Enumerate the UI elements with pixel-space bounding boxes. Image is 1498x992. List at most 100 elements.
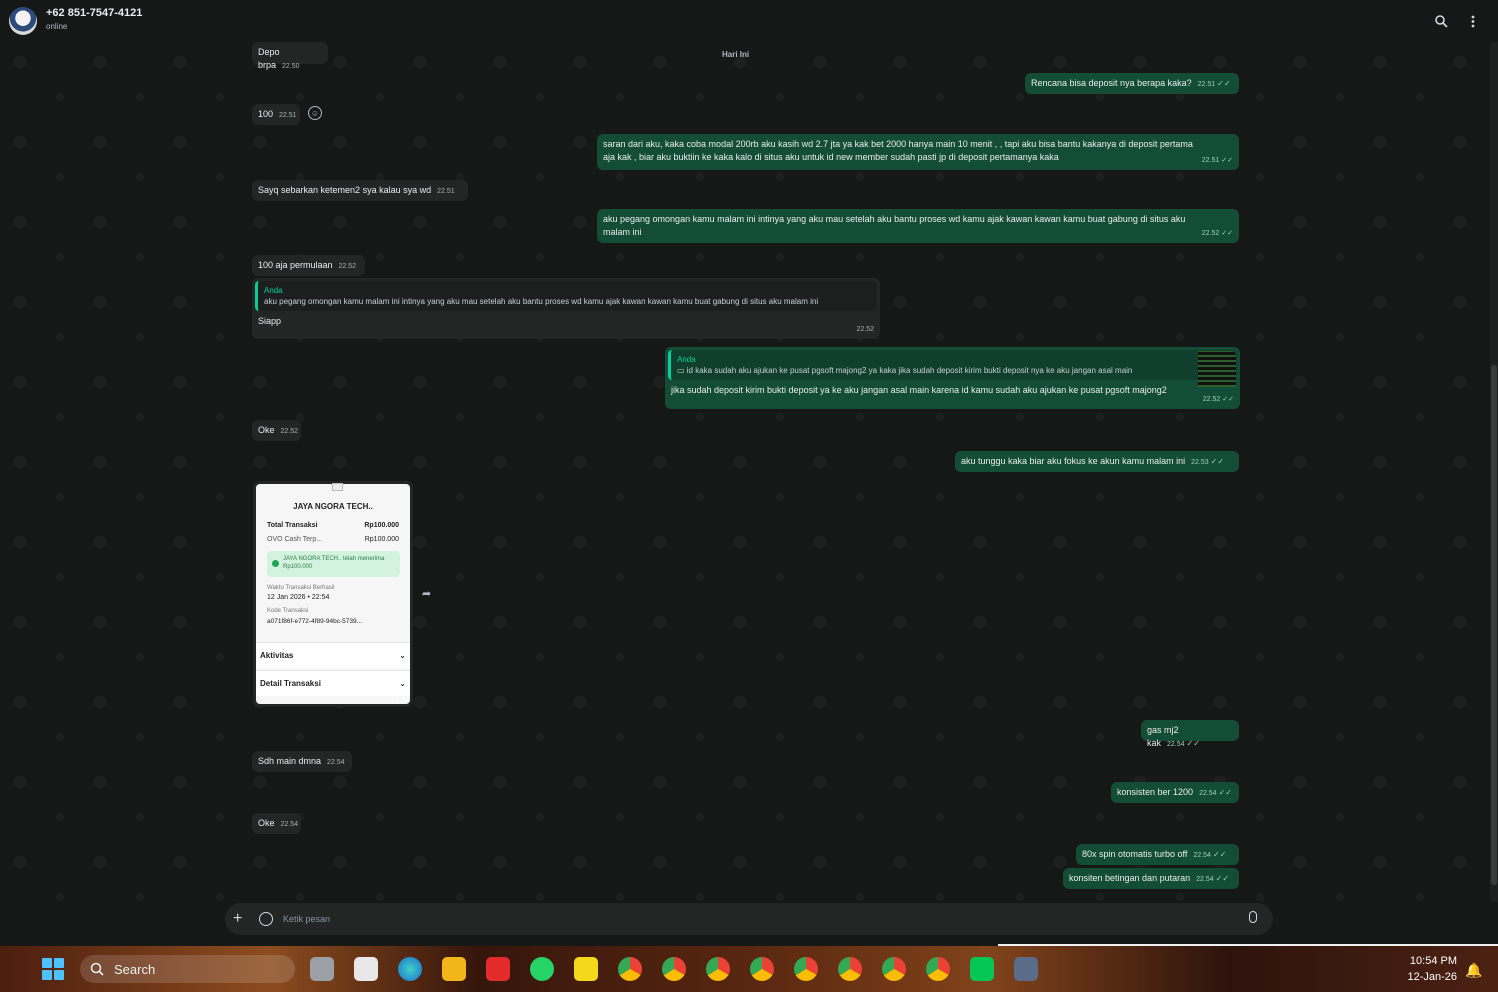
taskbar-clock-time[interactable]: 10:54 PM [1405, 955, 1457, 967]
message-text: Siapp [258, 316, 282, 326]
windows-start-icon[interactable] [42, 958, 64, 980]
line-app-icon[interactable] [970, 957, 994, 981]
emoji-react-icon[interactable]: ☺ [308, 106, 322, 120]
taskbar-search[interactable]: Search [80, 955, 295, 983]
message-time-wrap: 22.52 ✓✓ [1201, 230, 1233, 237]
message-time: 22.52 [280, 428, 299, 435]
attach-plus-icon[interactable]: + [233, 910, 242, 928]
double-check-icon: ✓✓ [1217, 79, 1231, 88]
message-bubble-in[interactable]: Sayq sebarkan ketemen2 sya kalau sya wd 2… [252, 180, 468, 201]
date-chip: Hari Ini [722, 50, 750, 59]
search-icon[interactable] [1432, 12, 1450, 30]
chrome-profile-icon[interactable] [882, 957, 906, 981]
message-bubble-in[interactable]: 100 22.51 [252, 104, 300, 125]
message-time: 22.52 [856, 326, 874, 333]
message-time: 22.53 [1191, 459, 1209, 466]
message-time: 22.51 [437, 188, 455, 195]
receipt-success-text: JAYA NGORA TECH.. telah menerima Rp100.0… [283, 556, 385, 570]
taskbar-search-label: Search [114, 962, 156, 977]
file-explorer-icon[interactable] [442, 957, 466, 981]
receipt-section-label: Detail Transaksi [260, 679, 321, 688]
receipt-time-label: Waktu Transaksi Berhasil [267, 585, 335, 591]
message-bubble-out[interactable]: saran dari aku, kaka coba modal 200rb ak… [597, 134, 1239, 170]
message-text: konsiten betingan dan putaran [1069, 873, 1191, 883]
chrome-profile-icon[interactable] [794, 957, 818, 981]
double-check-icon: ✓✓ [1186, 739, 1200, 748]
receipt-image[interactable]: JAYA NGORA TECH.. Total Transaksi Rp100.… [256, 483, 410, 704]
composer: + [225, 903, 1273, 935]
receipt-method-row: OVO Cash Terp... Rp100.000 [267, 536, 399, 543]
chrome-profile-icon[interactable] [618, 957, 642, 981]
message-time: 22.52 [1201, 230, 1220, 237]
menu-icon[interactable] [1464, 12, 1482, 30]
message-bubble-out[interactable]: konsiten betingan dan putaran 22.54 ✓✓ [1063, 868, 1239, 889]
message-bubble-in[interactable]: Oke 22.54 [252, 813, 301, 834]
double-check-icon: ✓✓ [1210, 457, 1225, 466]
chevron-down-icon: ⌄ [399, 651, 406, 660]
contact-avatar[interactable] [9, 7, 37, 35]
wps-office-icon[interactable] [486, 957, 510, 981]
message-bubble-in[interactable]: Depo brpa 22.50 [252, 42, 328, 70]
receipt-method-value: Rp100.000 [364, 536, 399, 543]
chrome-profile-icon[interactable] [706, 957, 730, 981]
receipt-success-box: JAYA NGORA TECH.. telah menerima Rp100.0… [267, 551, 400, 577]
chat-header: +62 851-7547-4121 online [0, 0, 1498, 42]
contact-name[interactable]: +62 851-7547-4121 [46, 7, 142, 19]
receipt-section-aktivitas: Aktivitas ⌄ [256, 642, 410, 668]
message-input[interactable] [283, 911, 1183, 927]
receipt-total-row: Total Transaksi Rp100.000 [267, 522, 399, 529]
message-time: 22.54 [327, 759, 345, 766]
task-view-icon[interactable] [310, 957, 334, 981]
edge-browser-icon[interactable] [398, 957, 422, 981]
chrome-profile-icon[interactable] [750, 957, 774, 981]
image-message[interactable]: JAYA NGORA TECH.. Total Transaksi Rp100.… [253, 481, 413, 707]
receipt-code-value: a071f86f-e772-4f89-94bc-5739... [267, 618, 363, 625]
quote-author: Anda [264, 286, 283, 295]
message-time: 22.52 [338, 263, 357, 270]
chrome-profile-icon[interactable] [662, 957, 686, 981]
message-time: 22.54 [391, 697, 409, 704]
quoted-message[interactable]: Anda ▭ id kaka sudah aku ajukan ke pusat… [668, 350, 1237, 387]
receipt-time-value: 12 Jan 2026 • 22:54 [267, 594, 330, 601]
contact-status: online [46, 22, 68, 31]
message-bubble-in[interactable]: Sdh main dmna 22.54 [252, 751, 352, 772]
message-text: Depo brpa [258, 47, 280, 70]
receipt-merchant: JAYA NGORA TECH.. [293, 502, 373, 511]
quote-text: aku pegang omongan kamu malam ini intiny… [264, 297, 819, 306]
message-bubble-out[interactable]: gas mj2 kak 22.54 ✓✓ [1141, 720, 1239, 748]
microphone-icon[interactable] [1249, 911, 1257, 923]
taskbar-clock-date[interactable]: 12-Jan-26 [1401, 971, 1457, 983]
quote-text: id kaka sudah aku ajukan ke pusat pgsoft… [686, 366, 1133, 375]
quoted-message[interactable]: Anda aku pegang omongan kamu malam ini i… [255, 281, 877, 311]
receipt-method-label: OVO Cash Terp... [267, 536, 323, 543]
message-bubble-out[interactable]: aku pegang omongan kamu malam ini intiny… [597, 209, 1239, 243]
double-check-icon: ✓✓ [1212, 850, 1227, 859]
message-text: Oke [258, 425, 275, 435]
message-time: 22.54 [280, 821, 299, 828]
sticky-notes-icon[interactable] [574, 957, 598, 981]
message-bubble-out[interactable]: Anda ▭ id kaka sudah aku ajukan ke pusat… [665, 347, 1240, 409]
message-text: konsisten ber 1200 [1117, 787, 1194, 797]
chat-area[interactable] [0, 42, 1490, 902]
receipt-section-label: Aktivitas [260, 651, 294, 660]
chrome-profile-icon[interactable] [838, 957, 862, 981]
message-time: 22.54 [1193, 852, 1211, 859]
message-time-wrap: 22.52 ✓✓ [1202, 396, 1234, 403]
double-check-icon: ✓✓ [1215, 874, 1230, 883]
app-window-icon[interactable] [1014, 957, 1038, 981]
message-bubble-out[interactable]: konsisten ber 1200 22.54 ✓✓ [1111, 782, 1239, 803]
message-bubble-out[interactable]: 80x spin otomatis turbo off 22.54 ✓✓ [1076, 844, 1239, 865]
whatsapp-icon[interactable] [530, 957, 554, 981]
forward-icon[interactable]: ➦ [422, 587, 431, 600]
message-bubble-in[interactable]: Anda aku pegang omongan kamu malam ini i… [252, 278, 880, 339]
message-bubble-out[interactable]: Rencana bisa deposit nya berapa kaka? 22.… [1025, 73, 1239, 94]
message-text: 80x spin otomatis turbo off [1082, 849, 1188, 859]
message-bubble-in[interactable]: 100 aja permulaan 22.52 [252, 255, 365, 276]
message-bubble-out[interactable]: aku tunggu kaka biar aku fokus ke akun k… [955, 451, 1239, 472]
notification-bell-icon[interactable]: 🔔 [1465, 962, 1482, 979]
chat-scroll-thumb[interactable] [1491, 365, 1497, 885]
message-bubble-in[interactable]: Oke 22.52 [252, 420, 301, 441]
text-editor-app-icon[interactable] [354, 957, 378, 981]
sticker-emoji-icon[interactable] [259, 912, 273, 926]
chrome-profile-icon[interactable] [926, 957, 950, 981]
